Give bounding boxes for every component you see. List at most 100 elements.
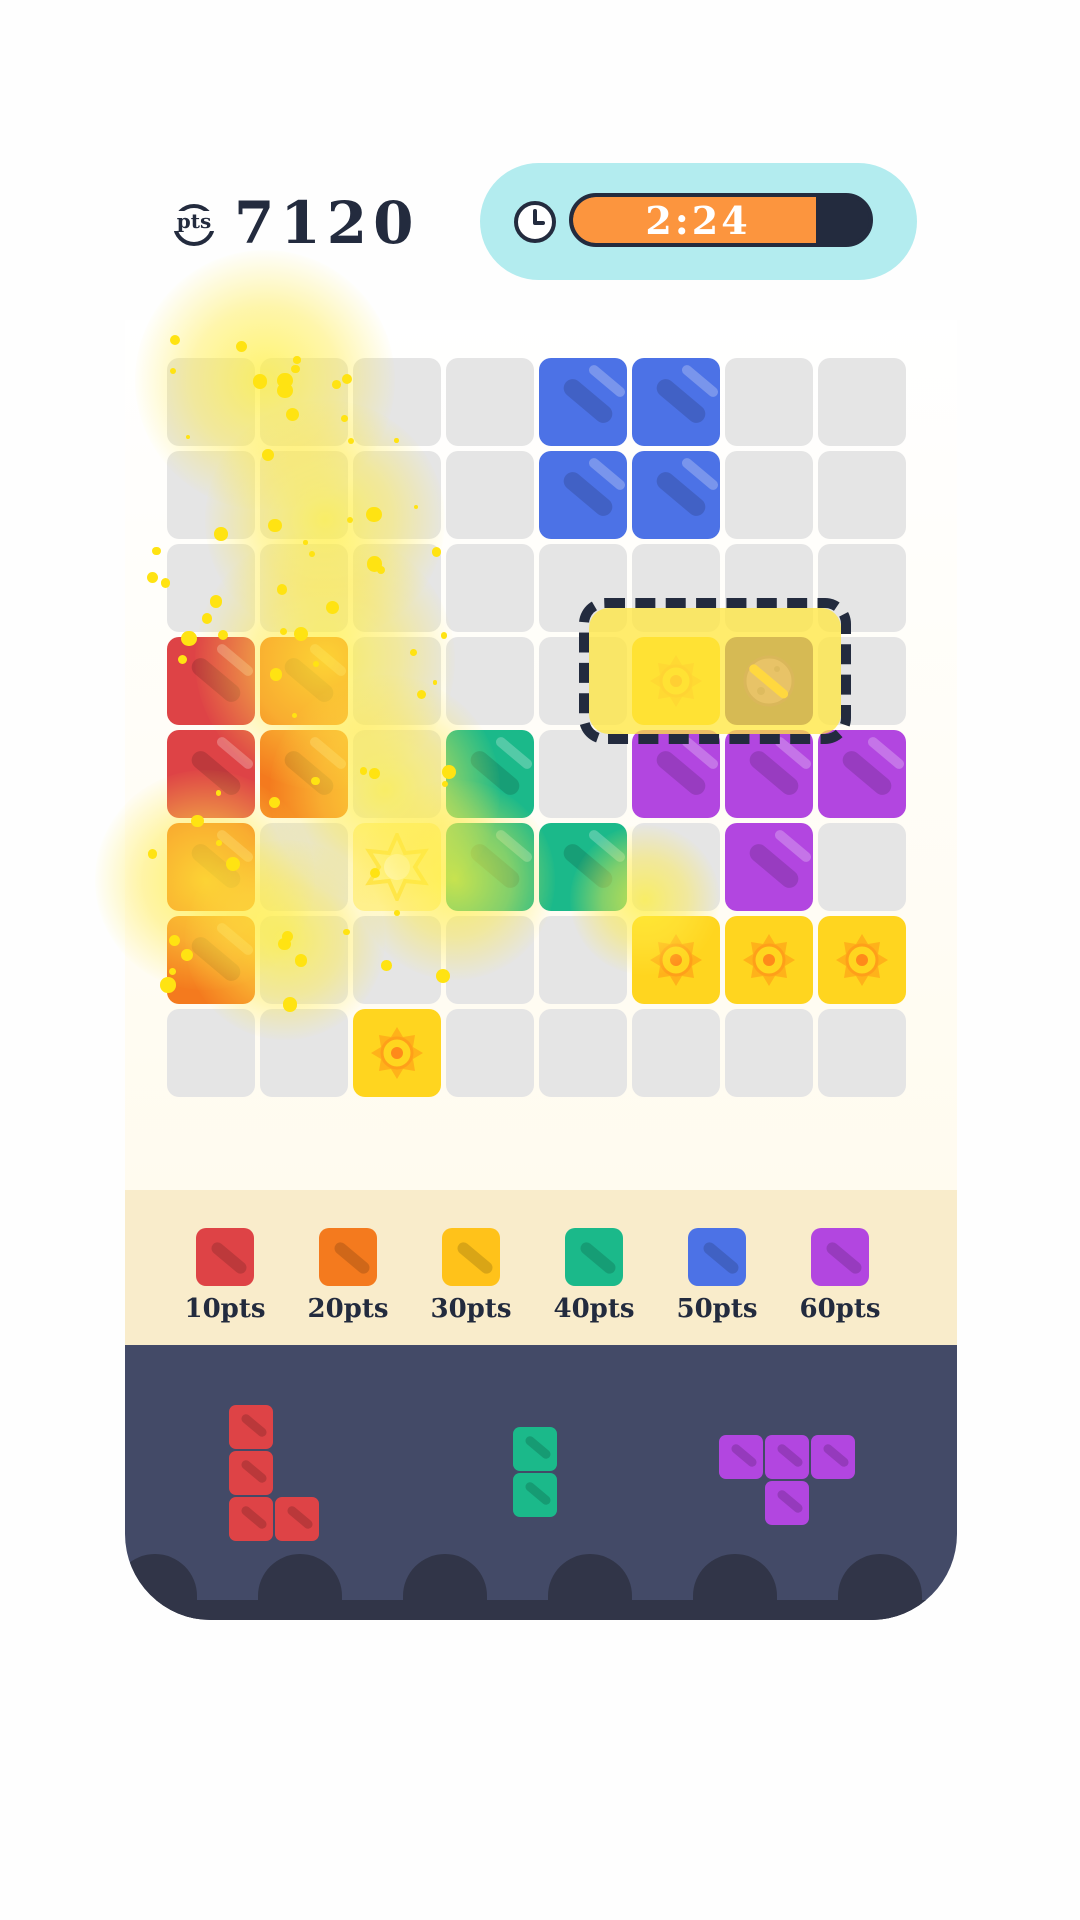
legend-label: 30pts (430, 1294, 512, 1324)
blue-block[interactable] (539, 358, 627, 446)
board-cell-empty[interactable] (260, 823, 348, 911)
board-cell-empty[interactable] (353, 730, 441, 818)
game-screen: pts 7120 2:24 10pts 20pts 30pts 40pts 50… (0, 0, 1080, 1920)
legend-label: 50pts (676, 1294, 758, 1324)
green-i-piece[interactable] (513, 1473, 557, 1517)
board-cell-empty[interactable] (446, 544, 534, 632)
green-block[interactable] (446, 730, 534, 818)
board-cell-empty[interactable] (446, 451, 534, 539)
board-cell-empty[interactable] (167, 451, 255, 539)
board-cell-empty[interactable] (539, 1009, 627, 1097)
board-cell-empty[interactable] (725, 1009, 813, 1097)
legend-swatch-green (565, 1228, 623, 1286)
board-cell-empty[interactable] (632, 823, 720, 911)
star-block[interactable] (353, 823, 441, 911)
purple-t-piece[interactable] (811, 1435, 855, 1479)
purple-t-piece[interactable] (765, 1435, 809, 1479)
board-cell-empty[interactable] (446, 358, 534, 446)
legend-item: 10pts (165, 1228, 285, 1324)
red-block[interactable] (167, 637, 255, 725)
sparkle-particle (169, 334, 180, 346)
pts-coin-icon: pts (168, 197, 220, 249)
red-l-piece[interactable] (275, 1497, 319, 1541)
purple-t-piece[interactable] (719, 1435, 763, 1479)
green-block[interactable] (446, 823, 534, 911)
board-cell-empty[interactable] (818, 451, 906, 539)
board-cell-empty[interactable] (725, 451, 813, 539)
sparkle-particle (147, 849, 157, 859)
board-cell-empty[interactable] (353, 544, 441, 632)
board-cell-empty[interactable] (446, 916, 534, 1004)
timer-text: 2:24 (645, 197, 751, 243)
red-l-piece[interactable] (229, 1497, 273, 1541)
legend-item: 30pts (411, 1228, 531, 1324)
score-display: pts 7120 (168, 188, 419, 258)
sun-block[interactable] (353, 1009, 441, 1097)
board-cell-empty[interactable] (260, 451, 348, 539)
board-cell-empty[interactable] (539, 916, 627, 1004)
green-i-piece[interactable] (513, 1427, 557, 1471)
target-selection-frame (579, 598, 851, 744)
red-l-piece[interactable] (229, 1405, 273, 1449)
board-cell-empty[interactable] (446, 637, 534, 725)
legend-label: 60pts (799, 1294, 881, 1324)
clock-icon (514, 201, 556, 243)
orange-block[interactable] (260, 637, 348, 725)
svg-text:pts: pts (177, 209, 211, 233)
orange-block[interactable] (167, 823, 255, 911)
board-cell-empty[interactable] (725, 358, 813, 446)
board-cell-empty[interactable] (260, 916, 348, 1004)
legend-swatch-red (196, 1228, 254, 1286)
board-cell-empty[interactable] (353, 451, 441, 539)
board-cell-empty[interactable] (818, 358, 906, 446)
tray-base (125, 1600, 957, 1620)
board-cell-empty[interactable] (260, 1009, 348, 1097)
piece-tray (125, 1345, 957, 1620)
purple-block[interactable] (725, 823, 813, 911)
red-l-piece[interactable] (229, 1451, 273, 1495)
sun-block[interactable] (632, 916, 720, 1004)
timer-bar: 2:24 (569, 193, 873, 247)
legend-label: 10pts (184, 1294, 266, 1324)
sun-block[interactable] (725, 916, 813, 1004)
legend-item: 60pts (780, 1228, 900, 1324)
board-cell-empty[interactable] (632, 1009, 720, 1097)
blue-block[interactable] (539, 451, 627, 539)
legend-item: 40pts (534, 1228, 654, 1324)
sparkle-particle (152, 546, 161, 555)
board-cell-empty[interactable] (446, 1009, 534, 1097)
legend-swatch-blue (688, 1228, 746, 1286)
board-cell-empty[interactable] (353, 358, 441, 446)
red-block[interactable] (167, 730, 255, 818)
board-cell-empty[interactable] (167, 358, 255, 446)
timer-pill: 2:24 (480, 163, 917, 280)
orange-block[interactable] (167, 916, 255, 1004)
board-cell-empty[interactable] (353, 637, 441, 725)
legend-swatch-purple (811, 1228, 869, 1286)
sun-block[interactable] (818, 916, 906, 1004)
green-block[interactable] (539, 823, 627, 911)
board-area (95, 250, 957, 1190)
board-cell-empty[interactable] (167, 1009, 255, 1097)
board-cell-empty[interactable] (818, 823, 906, 911)
legend-swatch-yellow (442, 1228, 500, 1286)
purple-t-piece[interactable] (765, 1481, 809, 1525)
blue-block[interactable] (632, 451, 720, 539)
sparkle-particle (147, 571, 159, 583)
board-cell-empty[interactable] (260, 544, 348, 632)
legend-item: 20pts (288, 1228, 408, 1324)
board-cell-empty[interactable] (818, 1009, 906, 1097)
blue-block[interactable] (632, 358, 720, 446)
orange-block[interactable] (260, 730, 348, 818)
sparkle-particle (440, 631, 448, 639)
score-value: 7120 (234, 189, 420, 257)
game-card: 10pts 20pts 30pts 40pts 50pts 60pts (95, 250, 957, 1620)
board-cell-empty[interactable] (260, 358, 348, 446)
board-cell-empty[interactable] (353, 916, 441, 1004)
legend-label: 20pts (307, 1294, 389, 1324)
sparkle-particle (236, 340, 248, 352)
legend-item: 50pts (657, 1228, 777, 1324)
points-legend: 10pts 20pts 30pts 40pts 50pts 60pts (125, 1190, 957, 1345)
board-cell-empty[interactable] (167, 544, 255, 632)
legend-swatch-orange (319, 1228, 377, 1286)
